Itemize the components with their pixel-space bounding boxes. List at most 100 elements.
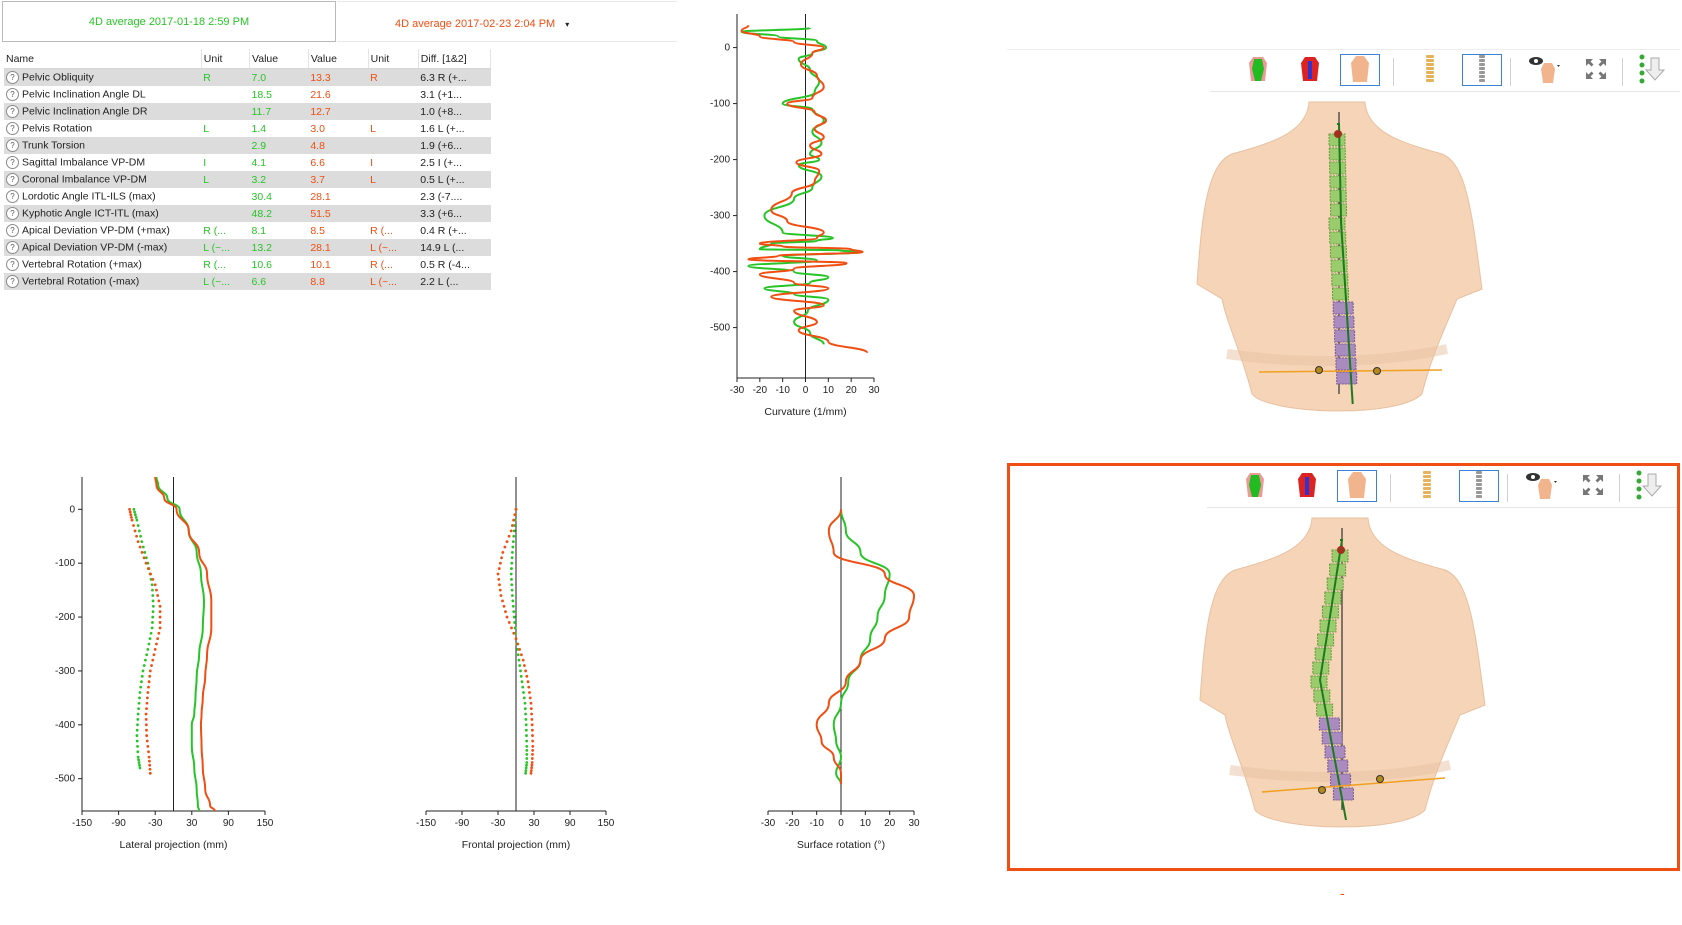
help-icon[interactable]: ? bbox=[6, 156, 19, 169]
data-point bbox=[511, 524, 514, 527]
help-icon[interactable]: ? bbox=[6, 190, 19, 203]
fullscreen-icon bbox=[1581, 473, 1605, 500]
date2-selector[interactable]: 4D average 2017-02-23 2:04 PM ▾ bbox=[395, 14, 575, 34]
data-point bbox=[144, 718, 148, 721]
date1-selector[interactable]: 4D average 2017-01-18 2:59 PM bbox=[2, 1, 336, 42]
vertebra bbox=[1329, 189, 1347, 203]
viewer-top-scene[interactable] bbox=[1007, 94, 1680, 454]
dropdown-arrow-icon[interactable]: ▾ bbox=[565, 20, 569, 29]
help-icon[interactable]: ? bbox=[6, 122, 19, 135]
cell-diff: 2.3 (-7.... bbox=[420, 190, 463, 203]
col-unit1-header[interactable]: Unit bbox=[201, 49, 251, 69]
data-point bbox=[151, 610, 155, 614]
table-row[interactable]: ? Pelvic Inclination Angle DL 18.5 21.6 3.1 … bbox=[4, 86, 491, 103]
torso-skin-button[interactable] bbox=[1337, 470, 1377, 502]
col-value1-header[interactable]: Value bbox=[249, 49, 309, 69]
help-icon[interactable]: ? bbox=[6, 241, 19, 254]
cell-unit1: L (~... bbox=[201, 239, 250, 256]
help-icon[interactable]: ? bbox=[6, 173, 19, 186]
x-tick-label: -150 bbox=[72, 818, 92, 829]
data-point bbox=[135, 518, 139, 522]
cell-name: ? Vertebral Rotation (-max) bbox=[4, 273, 202, 290]
spine-color-button[interactable] bbox=[1410, 54, 1450, 86]
eye-person-button[interactable] bbox=[1520, 54, 1570, 86]
data-point bbox=[138, 691, 142, 694]
table-row[interactable]: ? Kyphotic Angle ICT-ITL (max) 48.2 51.5 3.3… bbox=[4, 205, 491, 222]
cell-diff: 0.4 R (+... bbox=[420, 224, 467, 237]
table-row[interactable]: ? Lordotic Angle ITL-ILS (max) 30.4 28.1 2.3… bbox=[4, 188, 491, 205]
data-point bbox=[144, 712, 148, 716]
table-row[interactable]: ? Vertebral Rotation (-max) L (~... 6.6 8.8 L… bbox=[4, 273, 491, 290]
spine-gray-button[interactable] bbox=[1459, 470, 1499, 502]
parameter-name: Lordotic Angle ITL-ILS (max) bbox=[22, 190, 156, 203]
data-point bbox=[149, 631, 153, 635]
cell-value2: 13.3 bbox=[308, 68, 369, 86]
col-diff-header[interactable]: Diff. [1&2] bbox=[418, 49, 492, 69]
spine-gray-button[interactable] bbox=[1462, 54, 1502, 86]
torso-green-button[interactable] bbox=[1238, 54, 1278, 86]
help-icon[interactable]: ? bbox=[6, 258, 19, 271]
table-row[interactable]: ? Apical Deviation VP-DM (+max) R (... 8.1 8… bbox=[4, 222, 491, 239]
torso-green-button[interactable] bbox=[1235, 470, 1275, 502]
viewer-bottom-scene[interactable] bbox=[1010, 510, 1677, 868]
data-point bbox=[510, 556, 514, 560]
cell-unit2: L (~... bbox=[368, 273, 419, 290]
cell-value1: 2.9 bbox=[249, 137, 309, 154]
fullscreen-button[interactable] bbox=[1576, 54, 1616, 86]
data-point bbox=[512, 529, 516, 533]
x-tick-label: 20 bbox=[846, 385, 858, 396]
lateral-projection-chart: -150 -90 -30 30 90 150 0 -100 -200 -300 -400 -500 La… bbox=[55, 476, 274, 851]
spine-color-button[interactable] bbox=[1407, 470, 1447, 502]
x-tick-label: 30 bbox=[868, 385, 880, 396]
col-unit2-header[interactable]: Unit bbox=[368, 49, 419, 69]
table-row[interactable]: ? Pelvic Obliquity R 7.0 13.3 R 6.3 R (+... bbox=[4, 68, 491, 86]
help-icon[interactable]: ? bbox=[6, 275, 19, 288]
cell-unit1 bbox=[201, 205, 250, 222]
download-arrow-button[interactable] bbox=[1629, 470, 1669, 502]
help-icon[interactable]: ? bbox=[6, 105, 19, 118]
torso-red-button[interactable] bbox=[1287, 470, 1327, 502]
fullscreen-button[interactable] bbox=[1573, 470, 1613, 502]
download-arrow-button[interactable] bbox=[1632, 54, 1672, 86]
cell-unit1: R (... bbox=[203, 224, 227, 237]
cell-value2: 21.6 bbox=[310, 88, 331, 101]
viewer-bottom-selected[interactable] bbox=[1007, 463, 1680, 871]
cell-name: ? Pelvic Obliquity bbox=[4, 68, 202, 86]
data-point bbox=[498, 583, 501, 587]
help-icon[interactable]: ? bbox=[6, 207, 19, 220]
table-row[interactable]: ? Coronal Imbalance VP-DM L 3.2 3.7 L 0.5 L (+… bbox=[4, 171, 491, 188]
torso-skin-button[interactable] bbox=[1340, 54, 1380, 86]
data-point bbox=[146, 744, 150, 748]
table-row[interactable]: ? Sagittal Imbalance VP-DM I 4.1 6.6 I 2.5 I (… bbox=[4, 154, 491, 171]
x-tick-label: -10 bbox=[775, 385, 790, 396]
data-point bbox=[133, 510, 137, 514]
data-point bbox=[524, 769, 528, 772]
torso-red-button[interactable] bbox=[1290, 54, 1330, 86]
help-icon[interactable]: ? bbox=[6, 224, 19, 237]
cell-value1: 7.0 bbox=[249, 68, 309, 86]
data-point bbox=[518, 647, 521, 651]
help-icon[interactable]: ? bbox=[6, 71, 19, 84]
data-point bbox=[513, 513, 517, 517]
cell-unit1 bbox=[201, 103, 250, 120]
cell-name: ? Apical Deviation VP-DM (-max) bbox=[4, 239, 202, 256]
table-row[interactable]: ? Pelvis Rotation L 1.4 3.0 L 1.6 L (+... bbox=[4, 120, 491, 137]
table-row[interactable]: ? Trunk Torsion 2.9 4.8 1.9 (+6... bbox=[4, 137, 491, 154]
data-point bbox=[144, 561, 148, 565]
viewer-top[interactable] bbox=[1007, 49, 1680, 454]
table-row[interactable]: ? Pelvic Inclination Angle DR 11.7 12.7 1.0 … bbox=[4, 103, 491, 120]
data-point bbox=[529, 707, 533, 711]
data-point bbox=[496, 572, 500, 576]
data-point bbox=[525, 763, 528, 767]
col-name-header[interactable]: Name bbox=[4, 49, 202, 69]
col-value2-header[interactable]: Value bbox=[308, 49, 369, 69]
y-tick-label: -500 bbox=[55, 774, 75, 785]
parameter-name: Kyphotic Angle ICT-ITL (max) bbox=[22, 207, 159, 220]
data-point bbox=[519, 669, 522, 673]
eye-person-button[interactable] bbox=[1517, 470, 1567, 502]
table-row[interactable]: ? Vertebral Rotation (+max) R (... 10.6 10.1… bbox=[4, 256, 491, 273]
help-icon[interactable]: ? bbox=[6, 88, 19, 101]
help-icon[interactable]: ? bbox=[6, 139, 19, 152]
table-row[interactable]: ? Apical Deviation VP-DM (-max) L (~... 13.… bbox=[4, 239, 491, 256]
x-tick-label: 30 bbox=[186, 818, 198, 829]
